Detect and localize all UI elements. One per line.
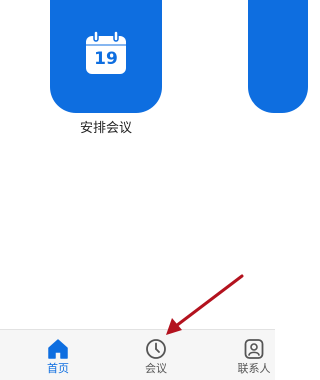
nav-label-contacts: 联系人: [237, 362, 271, 375]
calendar-icon: 19: [84, 30, 128, 76]
nav-label-meetings: 会议: [145, 362, 167, 375]
clock-icon: [144, 337, 168, 361]
schedule-meeting-tile[interactable]: 19: [50, 0, 162, 113]
nav-item-home[interactable]: 首页: [28, 330, 88, 380]
next-feature-tile[interactable]: [248, 0, 308, 113]
nav-label-home: 首页: [47, 362, 69, 375]
nav-item-contacts[interactable]: 联系人: [224, 330, 284, 380]
bottom-navigation: 首页 会议 联系人: [0, 329, 275, 380]
nav-item-meetings[interactable]: 会议: [126, 330, 186, 380]
calendar-day-number: 19: [94, 49, 118, 69]
home-icon: [46, 337, 70, 361]
schedule-meeting-label: 安排会议: [79, 121, 132, 136]
contact-icon: [242, 337, 266, 361]
